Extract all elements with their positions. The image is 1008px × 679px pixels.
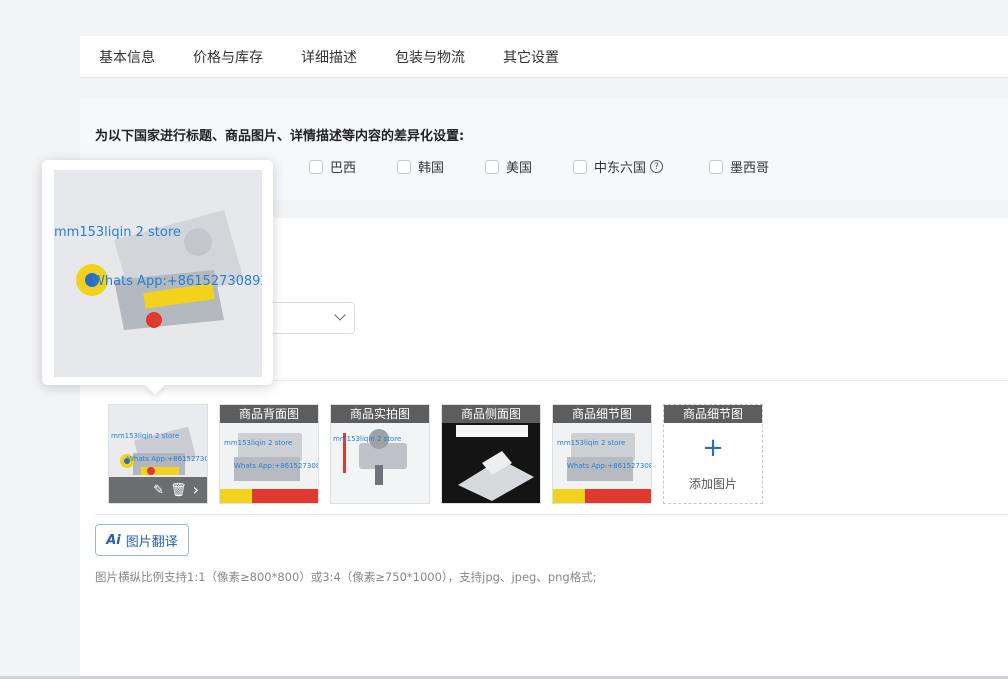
image-caption: 商品实拍图 [331, 405, 429, 423]
watermark-text: Whats App:+8615273089266 [127, 455, 208, 463]
image-caption: 商品侧面图 [442, 405, 540, 423]
delete-icon[interactable]: 🗑 [170, 484, 187, 497]
country-checkbox-middle-east[interactable]: 中东六国? [573, 157, 664, 176]
watermark-text: mm153liqin 2 store [111, 432, 180, 440]
preview-image: mm153liqin 2 store Whats App:+8615273089… [54, 170, 262, 377]
chevron-down-icon [334, 309, 346, 321]
country-section-title: 为以下国家进行标题、商品图片、详情描述等内容的差异化设置: [95, 129, 465, 144]
image-caption: 商品细节图 [553, 405, 651, 423]
image-caption: 商品细节图 [664, 405, 762, 423]
image-translate-button[interactable]: Ai 图片翻译 [95, 524, 189, 556]
tab-bar: 基本信息 价格与库存 详细描述 包装与物流 其它设置 [80, 36, 1008, 78]
checkbox-box[interactable] [397, 159, 411, 174]
watermark-text: mm153liqin 2 store [54, 225, 181, 240]
add-image-label: 添加图片 [688, 477, 737, 491]
image-thumb-real[interactable]: 商品实拍图 mm153liqin 2 store [330, 404, 430, 504]
help-icon[interactable]: ? [650, 160, 664, 173]
country-label: 墨西哥 [730, 161, 770, 176]
tab-price-stock[interactable]: 价格与库存 [174, 47, 282, 67]
chevron-right-icon[interactable]: › [193, 482, 199, 498]
image-thumb-side[interactable]: 商品侧面图 [441, 404, 541, 504]
watermark-text: mm153liqin 2 store [224, 439, 293, 447]
country-label: 美国 [506, 161, 533, 176]
checkbox-box[interactable] [309, 159, 323, 174]
tab-packaging[interactable]: 包装与物流 [376, 47, 484, 67]
checkbox-box[interactable] [485, 159, 499, 174]
country-checkbox-mexico[interactable]: 墨西哥 [709, 157, 769, 176]
checkbox-box[interactable] [709, 159, 723, 174]
image-caption: 商品背面图 [220, 405, 318, 423]
image-gallery: mm153liqin 2 store Whats App:+8615273089… [95, 380, 1008, 515]
add-image-button[interactable]: 商品细节图 + 添加图片 [663, 404, 763, 504]
country-checkbox-brazil[interactable]: 巴西 [309, 157, 356, 176]
image-thumb-detail[interactable]: 商品细节图 mm153liqin 2 store Whats App:+8615… [552, 404, 652, 504]
main-image-thumb[interactable]: mm153liqin 2 store Whats App:+8615273089… [108, 404, 208, 504]
checkbox-box[interactable] [573, 159, 587, 174]
watermark-text: Whats App:+8615273089266 [234, 462, 318, 470]
watermark-text: Whats App:+8615273089266 [567, 462, 651, 470]
edit-icon[interactable]: ✎ [153, 484, 164, 497]
tab-description[interactable]: 详细描述 [282, 47, 376, 67]
spacer [80, 79, 1008, 98]
country-label: 中东六国 [594, 161, 647, 176]
image-format-hint: 图片横纵比例支持1:1（像素≥800*800）或3:4（像素≥750*1000）… [95, 570, 597, 584]
image-thumb-back[interactable]: 商品背面图 mm153liqin 2 store Whats App:+8615… [219, 404, 319, 504]
tab-basic-info[interactable]: 基本信息 [80, 47, 174, 67]
country-checkbox-usa[interactable]: 美国 [485, 157, 532, 176]
country-label: 韩国 [418, 161, 445, 176]
ai-icon: Ai [106, 532, 121, 548]
country-checkbox-korea[interactable]: 韩国 [397, 157, 444, 176]
plus-icon: + [702, 433, 724, 463]
watermark-text: mm153liqin 2 store [557, 439, 626, 447]
country-label: 巴西 [330, 161, 357, 176]
translate-label: 图片翻译 [125, 534, 178, 550]
image-action-bar: ✎ 🗑 › [109, 477, 207, 503]
top-band [80, 0, 1008, 36]
watermark-text: Whats App:+8615273089266 [92, 274, 262, 289]
image-preview-popover: mm153liqin 2 store Whats App:+8615273089… [42, 160, 273, 395]
tab-other-settings[interactable]: 其它设置 [484, 47, 578, 67]
watermark-text: mm153liqin 2 store [333, 435, 402, 443]
